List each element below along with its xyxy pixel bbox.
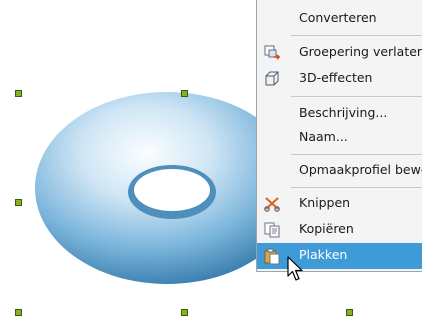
menu-item-label: Naam... xyxy=(299,129,348,144)
menu-item-groepering-verlaten[interactable]: Groepering verlaten xyxy=(257,40,422,66)
menu-item-label: 3D-effecten xyxy=(299,70,373,85)
paste-icon xyxy=(263,247,281,265)
cube-3d-icon xyxy=(263,70,281,88)
selection-handle-middle-left[interactable] xyxy=(15,199,22,206)
menu-separator xyxy=(291,154,422,155)
menu-item-label: Opmaakprofiel bewe xyxy=(299,162,422,177)
menu-separator xyxy=(291,35,422,36)
selection-handle-bottom-center[interactable] xyxy=(181,309,188,316)
menu-item-label: Kopiëren xyxy=(299,221,354,236)
selection-handle-bottom-left[interactable] xyxy=(15,309,22,316)
menu-item-label: Knippen xyxy=(299,195,351,210)
menu-separator xyxy=(291,187,422,188)
menu-item-beschrijving[interactable]: Beschrijving... xyxy=(257,101,422,127)
menu-separator xyxy=(291,96,422,97)
menu-item-label: Converteren xyxy=(299,10,377,25)
menu-item-converteren[interactable]: Converteren xyxy=(257,6,422,32)
mouse-cursor-icon xyxy=(287,256,303,281)
ungroup-icon xyxy=(263,44,281,62)
menu-item-naam[interactable]: Naam... xyxy=(257,125,422,151)
scissors-icon xyxy=(263,195,281,213)
menu-item-label: Plakken xyxy=(299,247,348,262)
menu-item-label: Groepering verlaten xyxy=(299,44,422,59)
menu-item-3d-effecten[interactable]: 3D-effecten xyxy=(257,66,422,92)
menu-item-kopieren[interactable]: Kopiëren xyxy=(257,217,422,243)
selection-handle-top-left[interactable] xyxy=(15,90,22,97)
menu-item-opmaakprofiel[interactable]: Opmaakprofiel bewe xyxy=(257,158,422,184)
context-menu: Converteren Groepering verlaten 3D-effec… xyxy=(256,0,422,272)
selection-handle-top-center[interactable] xyxy=(181,90,188,97)
menu-item-knippen[interactable]: Knippen xyxy=(257,191,422,217)
selection-handle-bottom-right[interactable] xyxy=(346,309,353,316)
copy-icon xyxy=(263,221,281,239)
menu-item-label: Beschrijving... xyxy=(299,105,388,120)
menu-item-plakken[interactable]: Plakken xyxy=(257,243,422,269)
